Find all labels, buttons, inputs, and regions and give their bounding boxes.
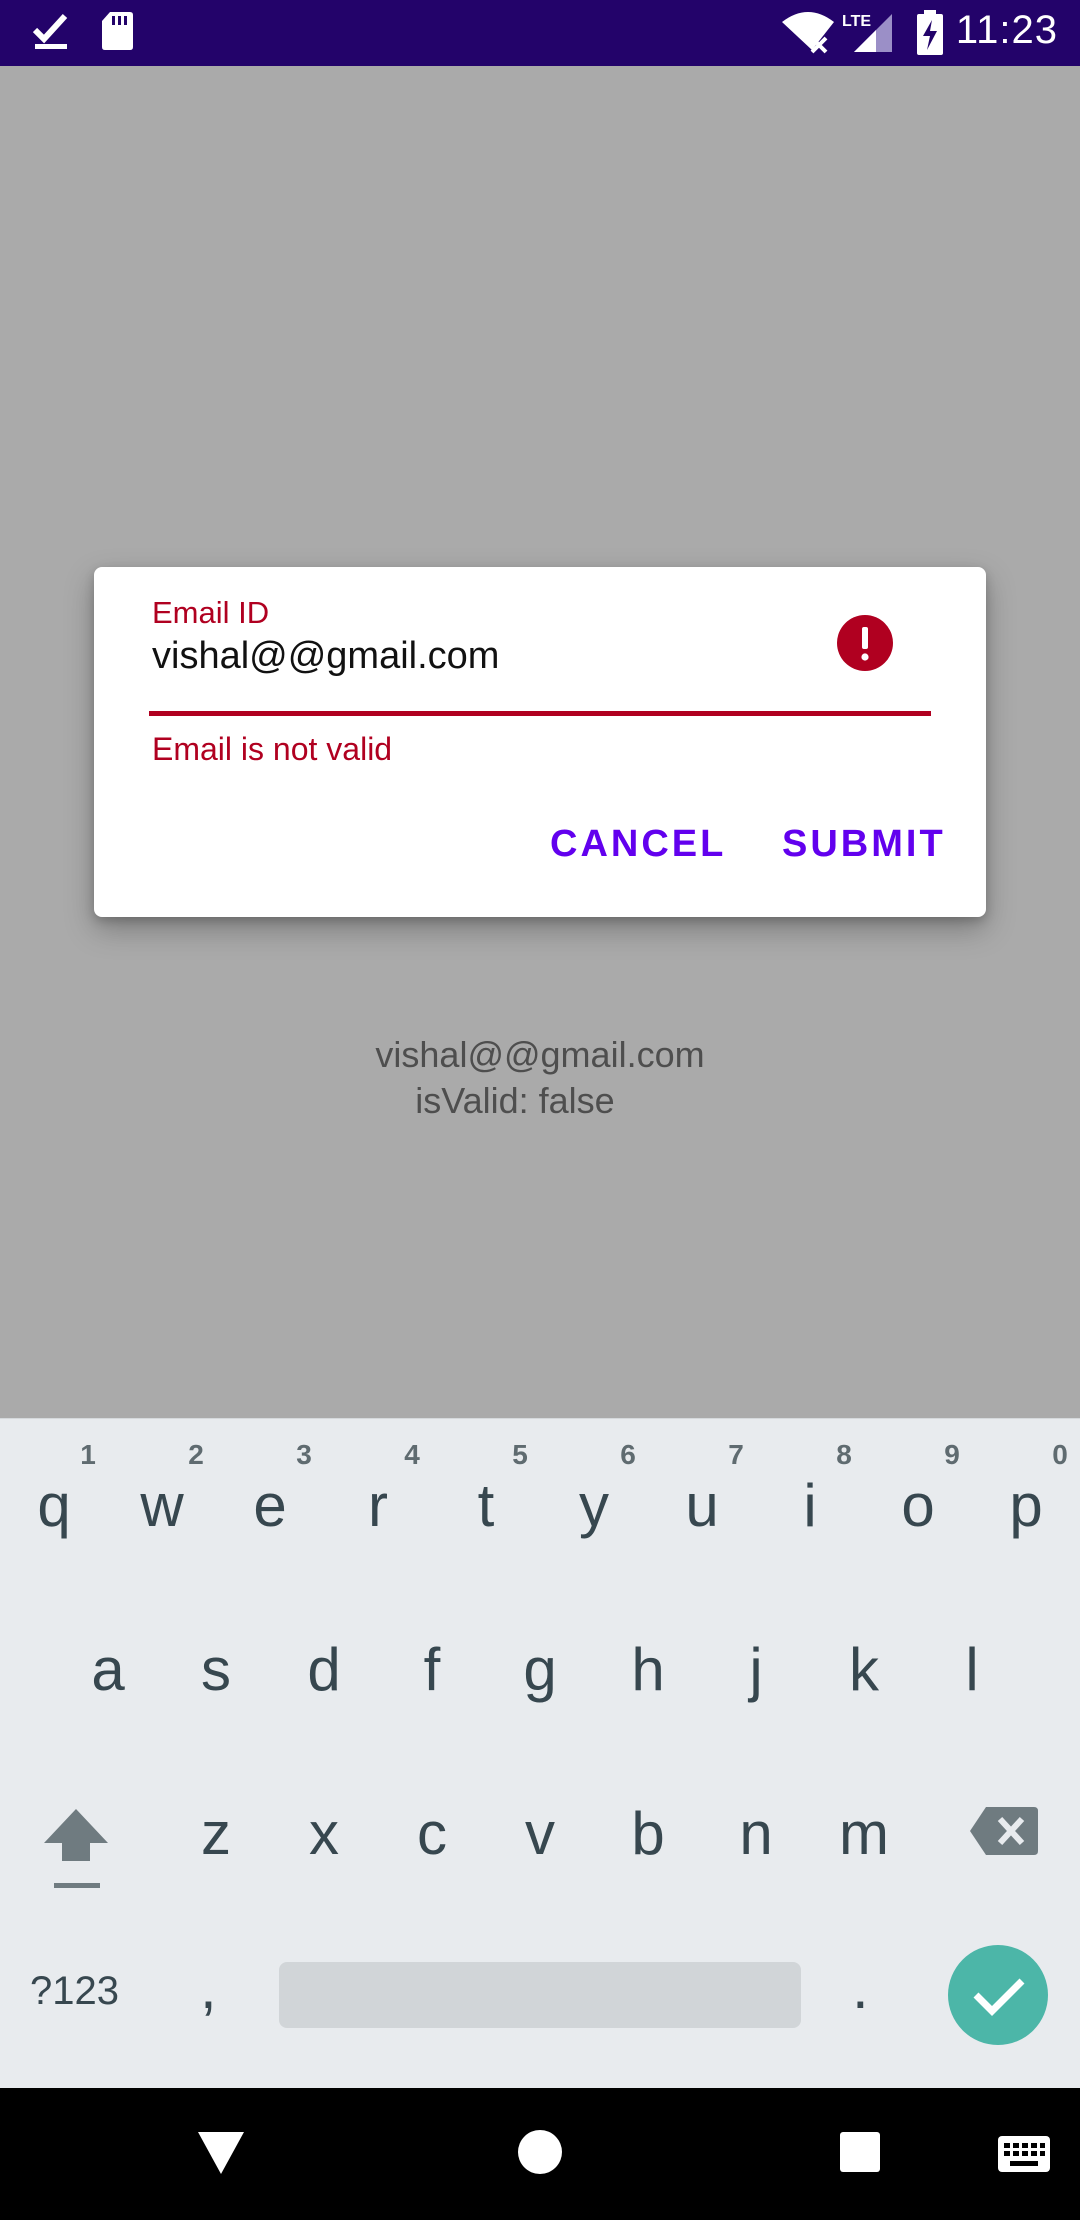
key-c[interactable]: c: [382, 1799, 482, 1868]
home-icon[interactable]: [516, 2128, 564, 2181]
enter-check-key[interactable]: [948, 1945, 1048, 2045]
key-g[interactable]: g: [490, 1635, 590, 1704]
battery-charging-icon: [916, 10, 944, 61]
result-email: vishal@@gmail.com: [375, 1034, 705, 1075]
key-w[interactable]: w: [112, 1471, 212, 1540]
key-period[interactable]: .: [852, 1953, 869, 2022]
key-hint-3: 3: [296, 1439, 312, 1470]
keyboard-switch-icon[interactable]: [996, 2134, 1052, 2179]
key-z[interactable]: z: [166, 1799, 266, 1868]
key-k[interactable]: k: [814, 1635, 914, 1704]
key-u[interactable]: u: [652, 1471, 752, 1540]
key-hint-9: 9: [944, 1439, 960, 1470]
svg-text:LTE: LTE: [842, 13, 871, 30]
key-r[interactable]: r: [328, 1471, 428, 1540]
download-done-icon: [32, 10, 70, 57]
email-field[interactable]: vishal@@gmail.com: [152, 635, 499, 678]
recents-icon[interactable]: [838, 2130, 882, 2179]
key-f[interactable]: f: [382, 1635, 482, 1704]
validation-result: vishal@@gmail.com isValid: false: [350, 1032, 730, 1124]
key-v[interactable]: v: [490, 1799, 590, 1868]
backspace-key-icon[interactable]: [968, 1803, 1040, 1859]
back-icon[interactable]: [196, 2130, 246, 2181]
email-field-label: Email ID: [152, 595, 270, 630]
email-dialog: Email ID vishal@@gmail.com Email is not …: [94, 567, 986, 917]
navigation-bar: [0, 2088, 1080, 2220]
key-d[interactable]: d: [274, 1635, 374, 1704]
status-time: 11:23: [955, 8, 1058, 52]
key-hint-8: 8: [836, 1439, 852, 1470]
key-x[interactable]: x: [274, 1799, 374, 1868]
key-j[interactable]: j: [706, 1635, 806, 1704]
key-e[interactable]: e: [220, 1471, 320, 1540]
checkmark-icon: [948, 1978, 1048, 2049]
key-i[interactable]: i: [760, 1471, 860, 1540]
key-hint-2: 2: [188, 1439, 204, 1470]
key-h[interactable]: h: [598, 1635, 698, 1704]
shift-key-icon[interactable]: [40, 1803, 112, 1895]
wifi-off-icon: [782, 10, 834, 59]
error-icon: [837, 615, 893, 671]
key-p[interactable]: p: [976, 1471, 1076, 1540]
key-hint-4: 4: [404, 1439, 420, 1470]
key-t[interactable]: t: [436, 1471, 536, 1540]
key-hint-1: 1: [80, 1439, 96, 1470]
key-n[interactable]: n: [706, 1799, 806, 1868]
soft-keyboard: q w e r t y u i o p 1 2 3 4 5 6 7 8 9 0 …: [0, 1418, 1080, 2088]
cancel-button[interactable]: CANCEL: [550, 823, 726, 866]
key-q[interactable]: q: [4, 1471, 104, 1540]
key-hint-5: 5: [512, 1439, 528, 1470]
key-hint-7: 7: [728, 1439, 744, 1470]
key-a[interactable]: a: [58, 1635, 158, 1704]
key-y[interactable]: y: [544, 1471, 644, 1540]
status-bar: LTE 11:23: [0, 0, 1080, 66]
result-valid-status: isValid: false: [415, 1080, 615, 1121]
key-m[interactable]: m: [814, 1799, 914, 1868]
key-hint-6: 6: [620, 1439, 636, 1470]
lte-signal-icon: LTE: [842, 10, 894, 59]
sd-card-icon: [100, 10, 134, 57]
key-comma[interactable]: ,: [200, 1953, 217, 2022]
key-b[interactable]: b: [598, 1799, 698, 1868]
space-key[interactable]: [279, 1962, 801, 2028]
key-l[interactable]: l: [922, 1635, 1022, 1704]
email-field-underline: [149, 711, 931, 716]
key-o[interactable]: o: [868, 1471, 968, 1540]
email-error-message: Email is not valid: [152, 731, 393, 767]
submit-button[interactable]: SUBMIT: [782, 823, 946, 866]
key-s[interactable]: s: [166, 1635, 266, 1704]
symbols-key[interactable]: ?123: [30, 1969, 119, 2014]
key-hint-0: 0: [1052, 1439, 1068, 1470]
